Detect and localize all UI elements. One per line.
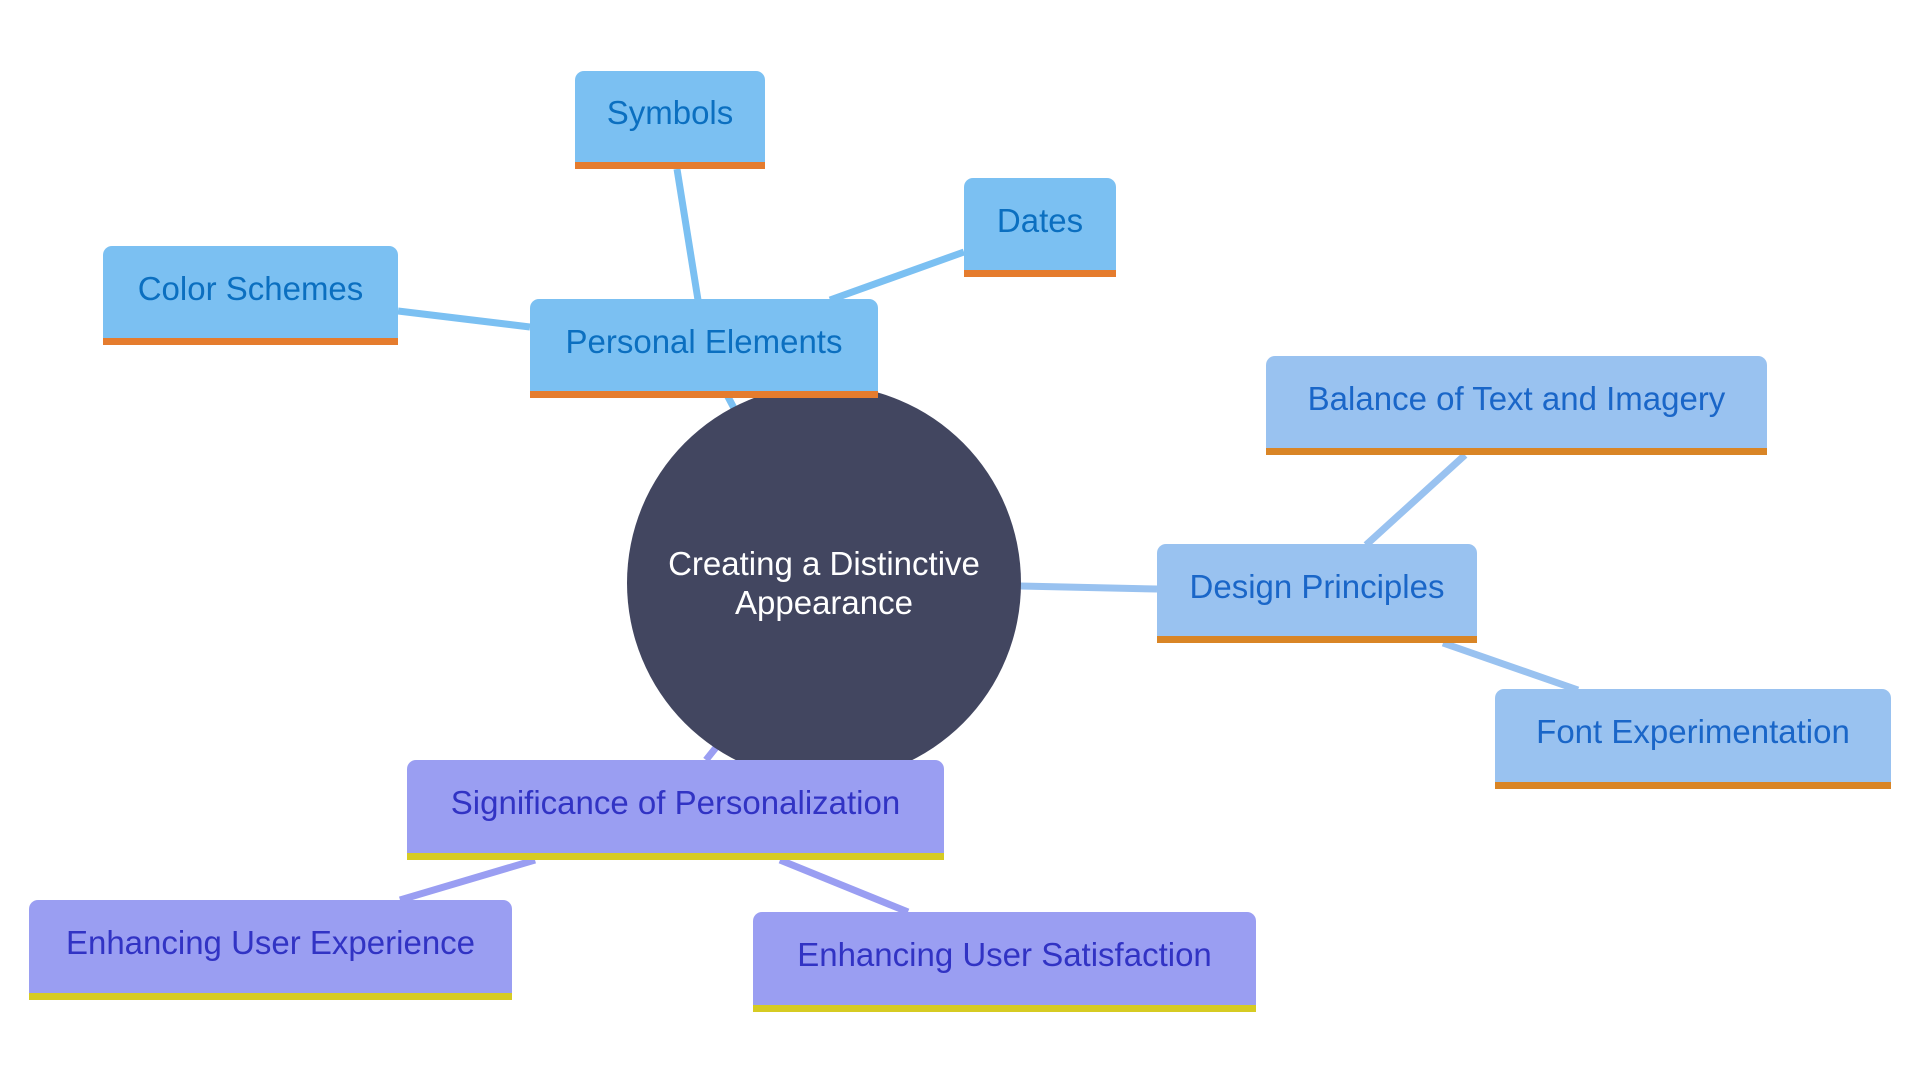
node-label: Symbols	[606, 94, 734, 131]
edge-design-font	[1441, 639, 1580, 694]
node-underline	[1157, 636, 1477, 643]
node-design-principles[interactable]: Design Principles	[1157, 544, 1477, 643]
edge-center-design	[1019, 582, 1158, 593]
node-color-schemes[interactable]: Color Schemes	[103, 246, 398, 345]
edge-personal-dates	[828, 248, 966, 304]
node-dates[interactable]: Dates	[964, 178, 1116, 277]
center-topic-label: Creating a Distinctive Appearance	[659, 544, 989, 622]
edge-design-balance	[1363, 452, 1468, 548]
node-underline	[1266, 448, 1767, 455]
node-symbols[interactable]: Symbols	[575, 71, 765, 169]
edge-significance-experience	[399, 856, 536, 904]
node-underline	[407, 853, 944, 860]
node-significance-of-personalization[interactable]: Significance of Personalization	[407, 760, 944, 860]
node-underline	[103, 338, 398, 345]
edge-personal-color-schemes	[397, 307, 531, 331]
node-underline	[29, 993, 512, 1000]
node-label: Dates	[996, 201, 1084, 239]
node-balance-of-text-and-imagery[interactable]: Balance of Text and Imagery	[1266, 356, 1767, 455]
node-label: Font Experimentation	[1536, 713, 1850, 750]
node-enhancing-user-experience[interactable]: Enhancing User Experience	[29, 900, 512, 1000]
center-topic-node[interactable]: Creating a Distinctive Appearance	[627, 385, 1021, 781]
node-label: Design Principles	[1189, 567, 1445, 605]
node-underline	[1495, 782, 1891, 789]
node-underline	[964, 270, 1116, 277]
node-underline	[753, 1005, 1256, 1012]
node-label: Color Schemes	[137, 269, 364, 307]
node-label: Enhancing User Experience	[65, 924, 476, 961]
edge-significance-satisfaction	[778, 856, 910, 916]
node-label: Significance of Personalization	[450, 784, 901, 821]
node-underline	[575, 162, 765, 169]
node-label: Balance of Text and Imagery	[1307, 379, 1726, 417]
node-personal-elements[interactable]: Personal Elements	[530, 299, 878, 398]
node-underline	[530, 391, 878, 398]
node-enhancing-user-satisfaction[interactable]: Enhancing User Satisfaction	[753, 912, 1256, 1012]
center-topic-line-2: Appearance	[735, 584, 913, 621]
node-font-experimentation[interactable]: Font Experimentation	[1495, 689, 1891, 789]
center-topic-line-1: Creating a Distinctive	[668, 545, 980, 582]
node-label: Personal Elements	[565, 322, 843, 360]
node-label: Enhancing User Satisfaction	[797, 936, 1212, 973]
edge-personal-symbols	[673, 168, 702, 301]
